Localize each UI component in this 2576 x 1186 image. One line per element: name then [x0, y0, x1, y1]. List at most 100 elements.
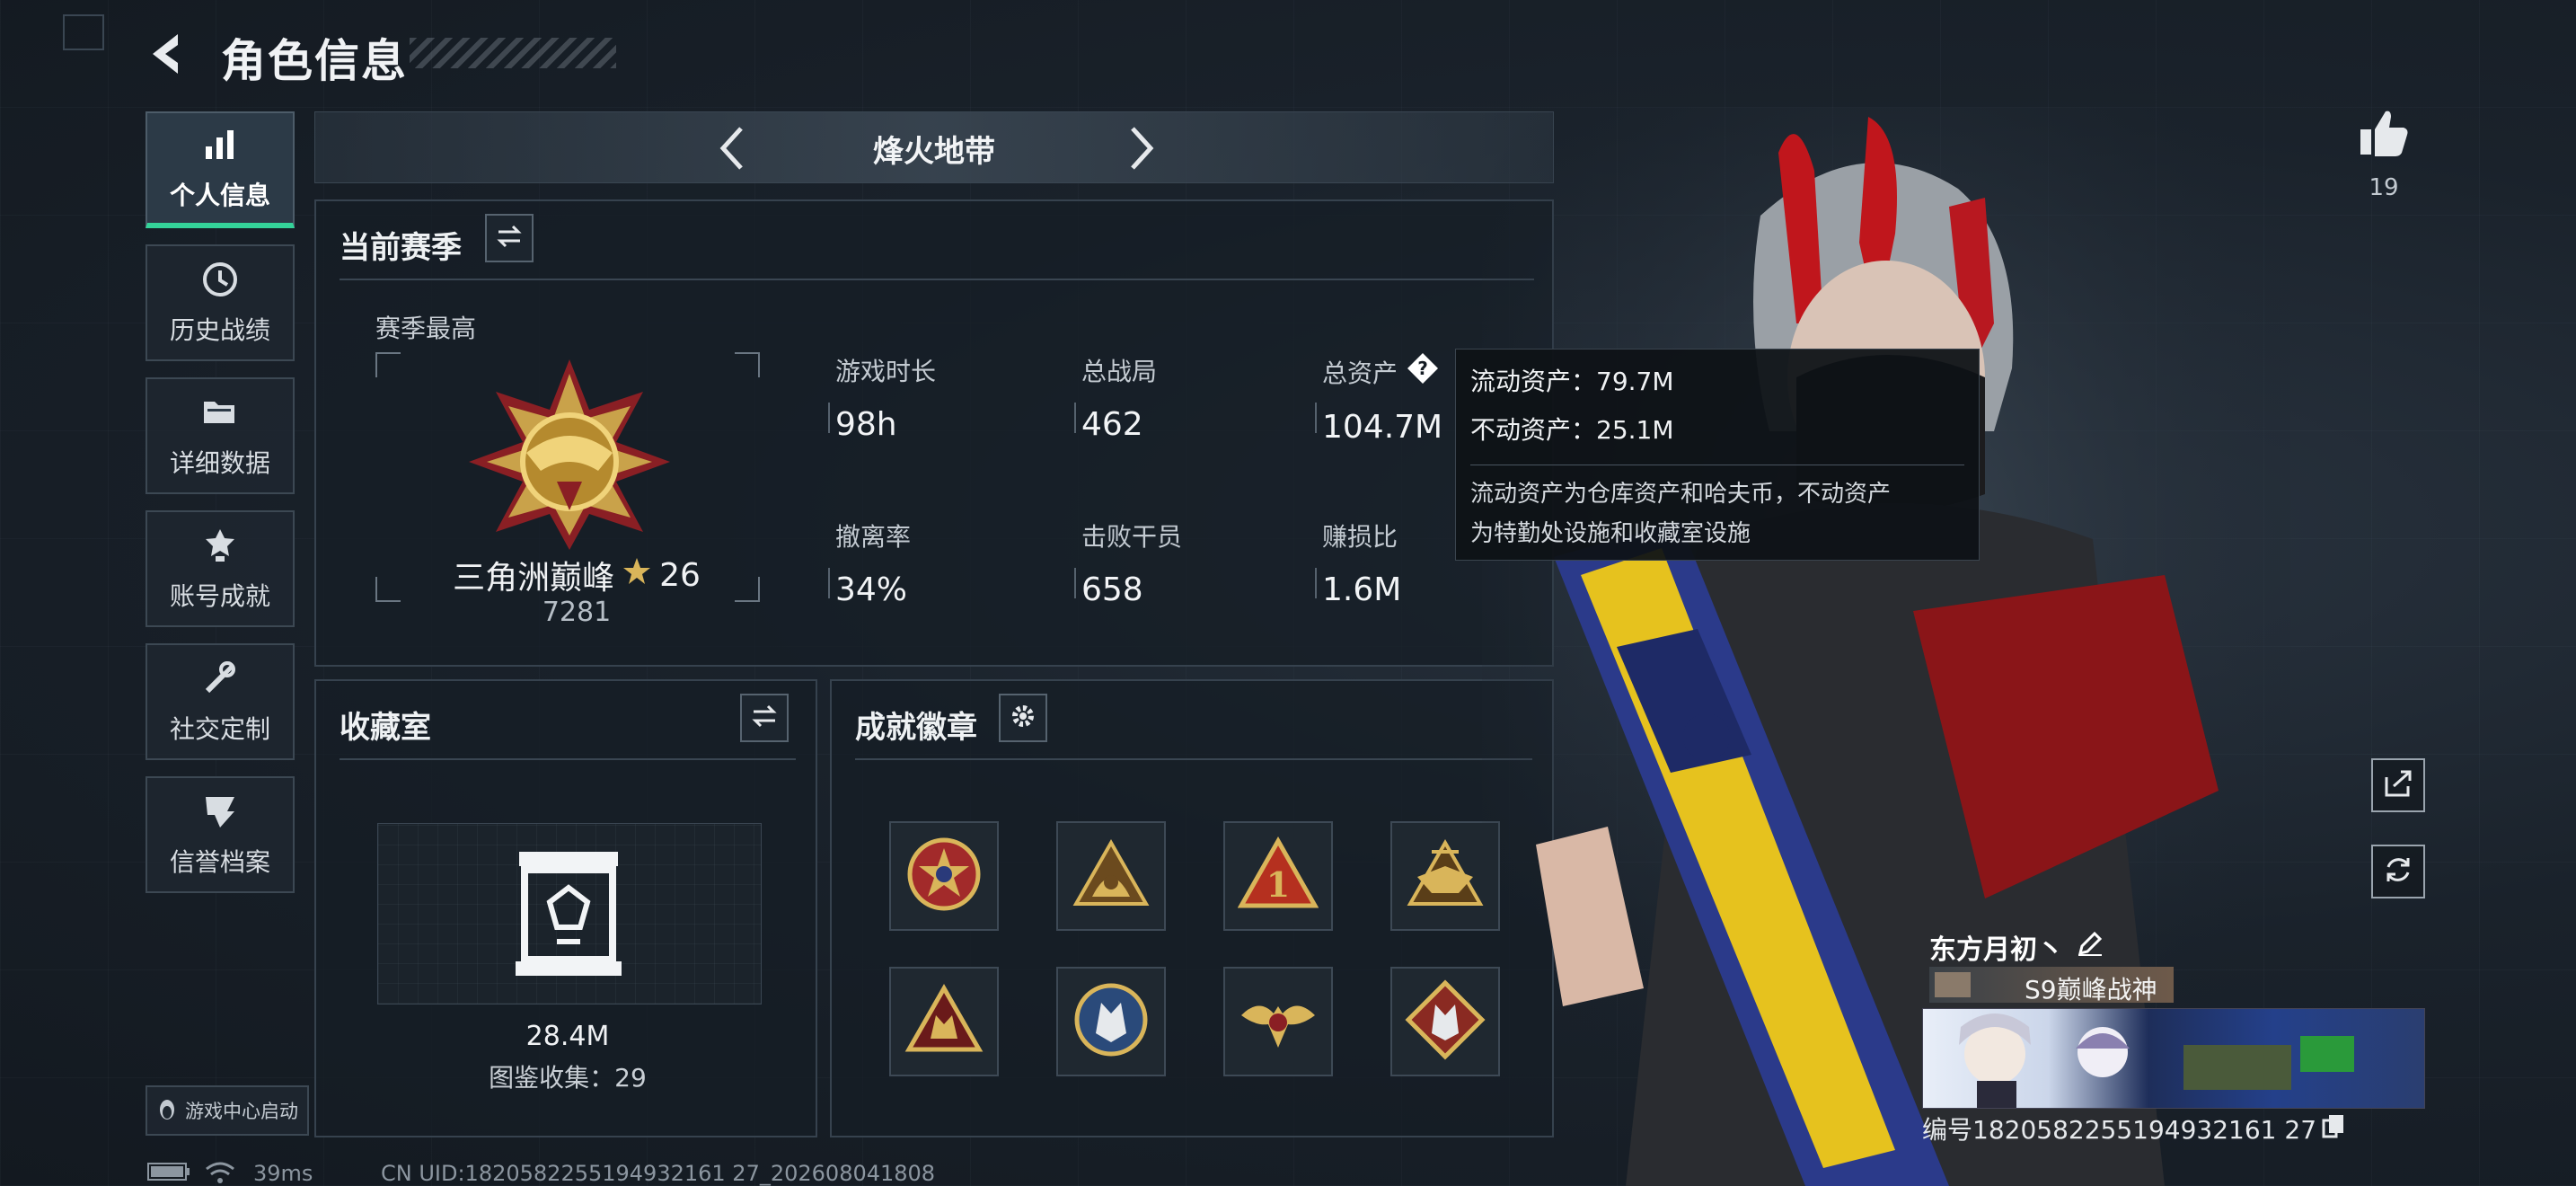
stat-label: 赚损比	[1322, 522, 1398, 552]
player-name: 东方月初丶	[1929, 934, 2064, 966]
title-decoration	[410, 38, 616, 68]
credit-icon	[199, 791, 241, 832]
question-icon[interactable]: ?	[1407, 352, 1439, 391]
stat-kills: 击败干员 658	[1073, 518, 1183, 608]
share-button[interactable]	[2371, 758, 2425, 812]
badge-slot[interactable]	[889, 821, 999, 931]
badges-title: 成就徽章	[855, 710, 977, 746]
sidebar: 个人信息 历史战绩 详细数据 账号成就 社交定制 信誉档案	[146, 111, 295, 909]
tooltip-fixed-assets: 不动资产：25.1M	[1470, 415, 1674, 445]
number-one-badge-icon: 1	[1237, 834, 1319, 918]
penguin-icon	[156, 1097, 178, 1125]
stat-value: 34%	[835, 571, 908, 608]
collection-switch-button[interactable]	[740, 694, 789, 742]
thumbs-up-icon[interactable]	[2357, 106, 2411, 160]
back-arrow-icon[interactable]	[144, 27, 189, 81]
sidebar-item-label: 历史战绩	[169, 315, 270, 345]
player-id-row: 编号1820582255194932161 27	[1922, 1111, 2345, 1146]
sidebar-item-credit[interactable]: 信誉档案	[146, 776, 295, 893]
stat-label: 总战局	[1081, 357, 1158, 386]
history-icon	[199, 259, 241, 300]
collection-title: 收藏室	[340, 710, 431, 746]
sidebar-item-history[interactable]: 历史战绩	[146, 244, 295, 361]
stat-profit-ratio: 赚损比 1.6M	[1314, 518, 1402, 608]
rank-name: 三角洲巅峰	[453, 560, 615, 597]
badge-slot[interactable]: 1	[1223, 821, 1333, 931]
tools-icon	[199, 658, 241, 699]
refresh-button[interactable]	[2371, 845, 2425, 898]
sidebar-item-achievements[interactable]: 账号成就	[146, 510, 295, 627]
svg-text:?: ?	[1417, 358, 1428, 379]
star-icon	[622, 556, 652, 595]
wifi-icon	[205, 1161, 235, 1186]
collection-value: 28.4M	[525, 1021, 610, 1052]
game-center-label: 游戏中心启动	[185, 1101, 298, 1122]
beast-badge-icon	[1071, 834, 1151, 918]
bar-chart-icon	[199, 124, 241, 165]
wolf-circle-badge-icon	[1071, 979, 1151, 1064]
season-best-label: 赛季最高	[375, 314, 477, 343]
divider	[340, 758, 796, 760]
collection-panel: 收藏室 28.4M 图鉴收集：29	[314, 679, 817, 1137]
stat-total-matches: 总战局 462	[1073, 352, 1158, 443]
mode-title: 烽火地带	[873, 134, 995, 170]
player-id: 编号1820582255194932161 27	[1922, 1115, 2317, 1145]
share-icon	[2383, 768, 2413, 802]
rank-stars: 26	[659, 556, 701, 594]
player-banner[interactable]	[1922, 1008, 2425, 1109]
tooltip-description-2: 为特勤处设施和收藏室设施	[1470, 520, 1751, 547]
edit-pencil-icon[interactable]	[2077, 930, 2104, 964]
stat-total-assets: 总资产 ? 104.7M	[1314, 352, 1443, 446]
collection-codex: 图鉴收集：29	[489, 1063, 647, 1093]
winged-badge-icon	[1238, 979, 1319, 1064]
badge-slot[interactable]	[889, 967, 999, 1076]
sidebar-item-label: 信誉档案	[169, 847, 270, 877]
assets-tooltip: 流动资产：79.7M 不动资产：25.1M 流动资产为仓库资产和哈夫币，不动资产…	[1455, 349, 1980, 561]
player-title: S9巅峰战神	[2025, 975, 2157, 1005]
stat-value: 98h	[835, 406, 897, 443]
copy-icon[interactable]	[2322, 1113, 2345, 1145]
tooltip-liquid-assets: 流动资产：79.7M	[1470, 367, 1674, 396]
divider	[855, 758, 1532, 760]
badges-settings-button[interactable]	[999, 694, 1047, 742]
season-panel: 当前赛季 赛季最高 三角洲巅峰 26 7281 游戏时长 98h 总战局 462…	[314, 199, 1554, 667]
like-count: 19	[2369, 174, 2399, 201]
sidebar-item-label: 社交定制	[169, 714, 270, 744]
stat-label: 总资产	[1322, 358, 1398, 388]
star-medal-icon	[904, 834, 984, 918]
sidebar-item-social[interactable]: 社交定制	[146, 643, 295, 760]
badge-slot[interactable]	[1223, 967, 1333, 1076]
banner-art	[1959, 1013, 2354, 1108]
title-badge-icon	[1935, 972, 1971, 997]
uid-text: CN UID:1820582255194932161 27_2026080418…	[381, 1161, 936, 1186]
badge-slot[interactable]	[1056, 821, 1166, 931]
swap-arrows-icon	[495, 224, 524, 252]
sidebar-item-label: 详细数据	[169, 448, 270, 478]
stat-label: 撤离率	[835, 522, 912, 552]
stat-value: 658	[1081, 571, 1143, 608]
sidebar-item-label: 账号成就	[169, 581, 270, 611]
wolf-triangle-badge-icon	[904, 979, 984, 1064]
ping-text: 39ms	[253, 1161, 313, 1186]
stat-label: 击败干员	[1081, 522, 1183, 552]
sidebar-item-profile[interactable]: 个人信息	[146, 111, 295, 228]
sidebar-item-details[interactable]: 详细数据	[146, 377, 295, 494]
stat-value: 104.7M	[1322, 409, 1443, 446]
gear-icon	[1009, 702, 1037, 734]
chevron-right-icon[interactable]	[1115, 123, 1163, 173]
badge-slot[interactable]	[1056, 967, 1166, 1076]
wolf-diamond-badge-icon	[1405, 979, 1486, 1064]
eagle-triangle-badge-icon	[1405, 834, 1486, 918]
rank-emblem-icon	[463, 356, 675, 553]
sidebar-item-label: 个人信息	[169, 181, 270, 210]
game-center-button[interactable]: 游戏中心启动	[146, 1085, 309, 1136]
player-name-row: 东方月初丶	[1929, 927, 2104, 967]
swap-arrows-icon	[750, 704, 779, 732]
stat-value: 462	[1081, 406, 1143, 443]
corner-decoration	[63, 14, 104, 50]
rank-line: 三角洲巅峰 26	[316, 552, 837, 598]
badges-panel: 成就徽章 1	[830, 679, 1554, 1137]
stat-value: 1.6M	[1322, 571, 1402, 608]
vault-cabinet-icon	[512, 848, 625, 978]
season-switch-button[interactable]	[485, 214, 534, 262]
